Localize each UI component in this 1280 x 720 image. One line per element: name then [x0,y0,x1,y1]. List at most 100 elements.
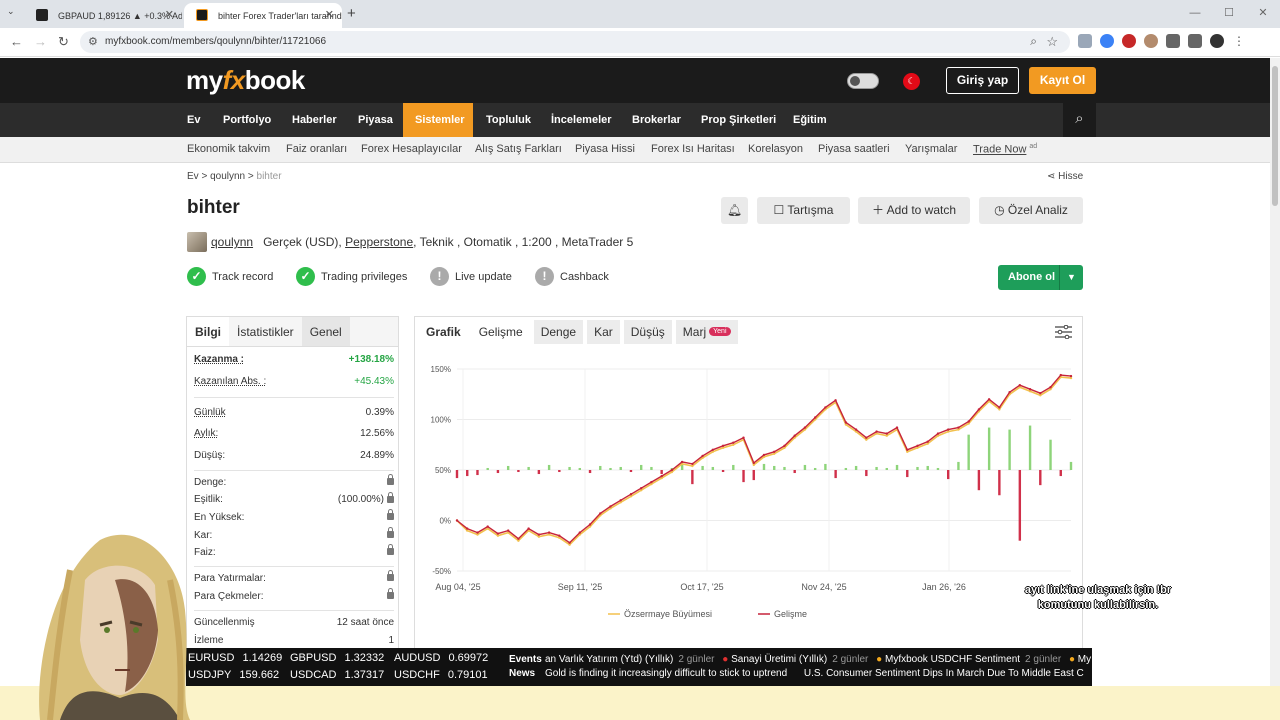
new-tab-icon[interactable]: + [347,5,356,22]
filter-settings-icon[interactable] [1055,325,1072,339]
custom-analysis-button[interactable]: ◷ Özel Analiz [979,197,1083,224]
daily-bar [558,470,561,473]
nav-market[interactable]: Piyasa [346,103,405,137]
track-record-badge[interactable]: ✓ Track record [187,267,273,286]
subnav-interest-rates[interactable]: Faiz oranları [286,143,347,155]
growth-chart[interactable]: 150% 100% 50% 0% -50% Aug 04, '25 Sep 11, '25 O… [415,353,1082,643]
bookmark-star-icon[interactable]: ☆ [1046,34,1058,50]
daily-bar [732,464,735,470]
register-button[interactable]: Kayıt Ol [1029,67,1096,94]
quote-usdjpy[interactable]: USDJPY 159.662 [188,669,279,681]
forward-icon[interactable]: → [34,34,47,49]
zoom-icon[interactable]: ⌕ [1030,34,1037,49]
trading-privileges-badge[interactable]: ✓ Trading privileges [296,267,407,286]
nav-reviews[interactable]: İncelemeler [539,103,624,137]
nav-portfolio[interactable]: Portfolyo [211,103,283,137]
tab-profit[interactable]: Kar [587,320,620,344]
info-panel: Bilgi İstatistikler Genel Kazanma : +138.… [186,316,399,651]
subnav-heatmap[interactable]: Forex Isı Haritası [651,143,735,155]
tab-growth[interactable]: Gelişme [471,320,530,344]
back-icon[interactable]: ← [10,34,23,49]
daily-bar [885,467,888,470]
discussion-button[interactable]: ☐ Tartışma [757,197,850,224]
profile-avatar-icon[interactable] [1210,34,1224,48]
subnav-calculators[interactable]: Forex Hesaplayıcılar [361,143,462,155]
scrollbar-thumb[interactable] [1272,66,1278,206]
close-window-icon[interactable]: ✕ [1246,0,1280,28]
cashback-badge[interactable]: ! Cashback [535,267,609,286]
nav-home[interactable]: Ev [175,103,212,137]
avatar[interactable] [187,232,207,252]
reading-list-icon[interactable] [1188,34,1202,48]
tab-search-icon[interactable]: ⌄ [7,6,15,17]
extension-icon[interactable] [1144,34,1158,48]
quote-usdchf[interactable]: USDCHF 0.79101 [394,669,488,681]
daily-bar [803,464,807,470]
browser-tab[interactable]: GBPAUD 1,89126 ▲ +0.3% Adsız ✕ [24,3,182,28]
site-info-icon[interactable]: ⚙ [88,35,98,48]
quote-audusd[interactable]: AUDUSD 0.69972 [394,652,488,664]
tab-drawdown[interactable]: Düşüş [623,320,672,344]
notifications-bell-button[interactable]: 🔔︎ [721,197,748,224]
subnav-market-hours[interactable]: Piyasa saatleri [818,143,890,155]
tab-general[interactable]: Genel [301,317,350,346]
subnav-spreads[interactable]: Alış Satış Farkları [475,143,562,155]
daily-bar [1028,425,1032,470]
news-line[interactable]: Gold is finding it increasingly difficul… [545,668,1084,679]
tab-balance[interactable]: Denge [533,320,584,344]
chevron-down-icon[interactable]: ▼ [1059,265,1083,290]
myfxbook-logo[interactable]: myfxbook [186,65,305,96]
tab-margin[interactable]: Marj Yeni [675,319,738,345]
share-link[interactable]: ⋖ Hisse [1047,171,1083,182]
menu-dots-icon[interactable]: ⋮ [1232,34,1246,48]
reload-icon[interactable]: ↻ [58,34,69,50]
address-bar[interactable]: ⚙ myfxbook.com/members/qoulynn/bihter/11… [80,31,1070,53]
subnav-correlation[interactable]: Korelasyon [748,143,803,155]
tab-info[interactable]: Bilgi [187,317,229,346]
broker-link[interactable]: Pepperstone [345,235,413,249]
extension-icon[interactable] [1078,34,1092,48]
close-tab-icon[interactable]: ✕ [165,8,174,21]
withdrawals-row: Para Çekmeler: [194,588,394,602]
search-icon[interactable]: ⌕ [1063,103,1096,137]
bell-icon: 🔔︎ [726,203,743,217]
extension-icon[interactable] [1100,34,1114,48]
live-update-badge[interactable]: ! Live update [430,267,512,286]
page-scrollbar[interactable] [1270,58,1280,686]
puzzle-icon[interactable] [1166,34,1180,48]
subnav-economic-calendar[interactable]: Ekonomik takvim [187,143,270,155]
dark-mode-toggle[interactable] [847,73,879,89]
daily-bar [783,466,786,470]
minimize-icon[interactable]: — [1178,0,1212,28]
subnav-trade-now[interactable]: Trade Now ad [973,143,1037,156]
series-gelisme-line [456,374,1072,544]
series-gelisme-point [824,406,827,409]
quote-eurusd[interactable]: EURUSD 1.14269 [188,652,282,664]
browser-tab-active[interactable]: bihter Forex Trader'ları tarafından ✕ [184,3,342,28]
url-text[interactable]: myfxbook.com/members/qoulynn/bihter/1172… [105,36,326,47]
clock-icon: ◷ [994,203,1008,217]
events-line[interactable]: an Varlık Yatırım (Ytd) (Yıllık) 2 günler… [545,654,1091,665]
subnav-sentiment[interactable]: Piyasa Hissi [575,143,635,155]
tab-chart[interactable]: Grafik [419,320,468,344]
close-tab-icon[interactable]: ✕ [325,8,334,21]
quote-gbpusd[interactable]: GBPUSD 1.32332 [290,652,384,664]
subscribe-button[interactable]: Abone ol ▼ [998,265,1083,290]
nav-community[interactable]: Topluluk [474,103,543,137]
extension-icon[interactable] [1122,34,1136,48]
subnav-contests[interactable]: Yarışmalar [905,143,957,155]
nav-education[interactable]: Eğitim [781,103,839,137]
breadcrumb-user[interactable]: qoulynn [210,171,245,182]
nav-prop-firms[interactable]: Prop Şirketleri [689,103,788,137]
nav-brokers[interactable]: Brokerlar [620,103,693,137]
nav-systems[interactable]: Sistemler [403,103,473,137]
add-to-watch-button[interactable]: ＋ Add to watch [858,197,970,224]
user-link[interactable]: qoulynn [211,235,253,249]
tab-statistics[interactable]: İstatistikler [229,317,302,346]
breadcrumb-home[interactable]: Ev [187,171,199,182]
login-button[interactable]: Giriş yap [946,67,1019,94]
nav-news[interactable]: Haberler [280,103,349,137]
maximize-icon[interactable]: ☐ [1212,0,1246,28]
quote-usdcad[interactable]: USDCAD 1.37317 [290,669,384,681]
turkish-flag-icon[interactable]: ☾ [903,73,920,90]
